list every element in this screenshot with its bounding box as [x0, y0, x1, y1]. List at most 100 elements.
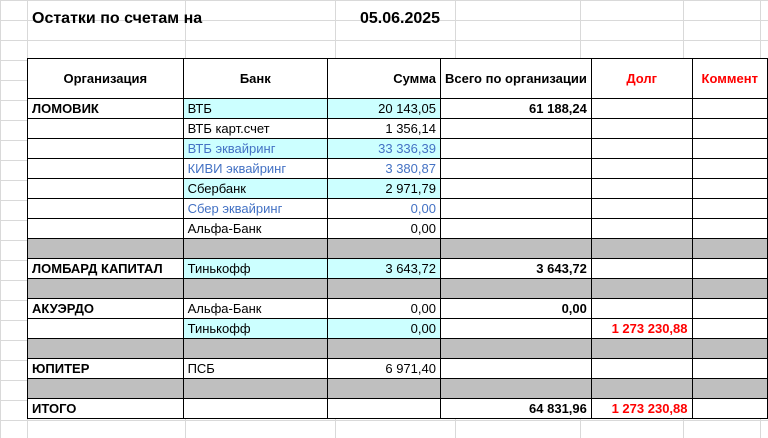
cell-total[interactable]: [439, 218, 592, 239]
cell-sum[interactable]: 0,00: [326, 318, 441, 339]
cell-bank[interactable]: Тинькофф: [182, 318, 328, 339]
report-date[interactable]: 05.06.2025: [360, 10, 440, 28]
cell-total[interactable]: 0,00: [439, 298, 592, 319]
cell-total[interactable]: [439, 158, 592, 179]
cell-total[interactable]: [439, 278, 592, 299]
cell-sum[interactable]: 1 356,14: [326, 118, 441, 139]
cell-debt[interactable]: [590, 198, 693, 219]
cell-bank[interactable]: Сбер эквайринг: [182, 198, 328, 219]
cell-bank[interactable]: КИВИ эквайринг: [182, 158, 328, 179]
cell-total[interactable]: [439, 378, 592, 399]
cell-comment[interactable]: [691, 98, 768, 119]
cell-comment[interactable]: [691, 358, 768, 379]
cell-bank[interactable]: ПСБ: [182, 358, 328, 379]
cell-total[interactable]: [439, 338, 592, 359]
cell-comment[interactable]: [691, 118, 768, 139]
cell-debt[interactable]: 1 273 230,88: [590, 398, 693, 419]
cell-sum[interactable]: 0,00: [326, 198, 441, 219]
cell-sum[interactable]: 0,00: [326, 218, 441, 239]
cell-sum[interactable]: [326, 378, 441, 399]
cell-debt[interactable]: [590, 258, 693, 279]
cell-org[interactable]: [27, 338, 184, 359]
cell-sum[interactable]: 2 971,79: [326, 178, 441, 199]
cell-comment[interactable]: [691, 238, 768, 259]
cell-sum[interactable]: 6 971,40: [326, 358, 441, 379]
cell-total[interactable]: [439, 318, 592, 339]
cell-org[interactable]: [27, 218, 184, 239]
cell-debt[interactable]: [590, 278, 693, 299]
cell-total[interactable]: [439, 178, 592, 199]
cell-sum[interactable]: 20 143,05: [326, 98, 441, 119]
cell-bank[interactable]: [182, 378, 328, 399]
cell-sum[interactable]: [326, 278, 441, 299]
cell-bank[interactable]: Сбербанк: [182, 178, 328, 199]
cell-sum[interactable]: 3 643,72: [326, 258, 441, 279]
cell-org[interactable]: [27, 278, 184, 299]
cell-sum[interactable]: [326, 338, 441, 359]
cell-bank[interactable]: [182, 338, 328, 359]
sheet-title[interactable]: Остатки по счетам на: [32, 10, 202, 28]
cell-total[interactable]: 64 831,96: [439, 398, 592, 419]
cell-comment[interactable]: [691, 298, 768, 319]
header-total[interactable]: Всего по организации: [439, 58, 592, 99]
cell-bank[interactable]: ВТБ карт.счет: [182, 118, 328, 139]
cell-debt[interactable]: [590, 298, 693, 319]
cell-sum[interactable]: [326, 238, 441, 259]
cell-debt[interactable]: [590, 158, 693, 179]
cell-debt[interactable]: [590, 338, 693, 359]
cell-comment[interactable]: [691, 378, 768, 399]
cell-comment[interactable]: [691, 198, 768, 219]
header-bank[interactable]: Банк: [182, 58, 328, 99]
cell-total[interactable]: [439, 138, 592, 159]
cell-comment[interactable]: [691, 318, 768, 339]
cell-org[interactable]: [27, 238, 184, 259]
cell-comment[interactable]: [691, 138, 768, 159]
cell-bank[interactable]: Альфа-Банк: [182, 298, 328, 319]
cell-bank[interactable]: Тинькофф: [182, 258, 328, 279]
header-sum[interactable]: Сумма: [326, 58, 441, 99]
cell-org[interactable]: [27, 138, 184, 159]
cell-org[interactable]: [27, 118, 184, 139]
header-org[interactable]: Организация: [27, 58, 184, 99]
cell-bank[interactable]: [182, 238, 328, 259]
cell-total[interactable]: [439, 198, 592, 219]
cell-comment[interactable]: [691, 398, 768, 419]
cell-org[interactable]: [27, 198, 184, 219]
cell-debt[interactable]: [590, 378, 693, 399]
header-comment[interactable]: Коммент: [691, 58, 768, 99]
cell-total[interactable]: [439, 358, 592, 379]
cell-comment[interactable]: [691, 278, 768, 299]
cell-org[interactable]: ЮПИТЕР: [27, 358, 184, 379]
header-debt[interactable]: Долг: [590, 58, 693, 99]
cell-bank[interactable]: Альфа-Банк: [182, 218, 328, 239]
cell-debt[interactable]: [590, 138, 693, 159]
cell-org[interactable]: [27, 318, 184, 339]
cell-sum[interactable]: 3 380,87: [326, 158, 441, 179]
cell-total[interactable]: [439, 238, 592, 259]
cell-bank[interactable]: [182, 278, 328, 299]
cell-org[interactable]: ЛОМБАРД КАПИТАЛ: [27, 258, 184, 279]
cell-org[interactable]: ЛОМОВИК: [27, 98, 184, 119]
cell-comment[interactable]: [691, 218, 768, 239]
cell-comment[interactable]: [691, 158, 768, 179]
cell-org[interactable]: [27, 178, 184, 199]
cell-comment[interactable]: [691, 178, 768, 199]
cell-total[interactable]: 61 188,24: [439, 98, 592, 119]
cell-org[interactable]: [27, 378, 184, 399]
cell-bank[interactable]: ВТБ: [182, 98, 328, 119]
cell-debt[interactable]: [590, 218, 693, 239]
cell-bank[interactable]: ВТБ эквайринг: [182, 138, 328, 159]
cell-debt[interactable]: [590, 238, 693, 259]
cell-sum[interactable]: 0,00: [326, 298, 441, 319]
cell-total[interactable]: 3 643,72: [439, 258, 592, 279]
cell-debt[interactable]: [590, 98, 693, 119]
cell-org[interactable]: [27, 158, 184, 179]
cell-bank[interactable]: [182, 398, 328, 419]
cell-debt[interactable]: [590, 118, 693, 139]
cell-total[interactable]: [439, 118, 592, 139]
cell-debt[interactable]: 1 273 230,88: [590, 318, 693, 339]
cell-debt[interactable]: [590, 178, 693, 199]
cell-sum[interactable]: [326, 398, 441, 419]
cell-org[interactable]: АКУЭРДО: [27, 298, 184, 319]
cell-comment[interactable]: [691, 258, 768, 279]
